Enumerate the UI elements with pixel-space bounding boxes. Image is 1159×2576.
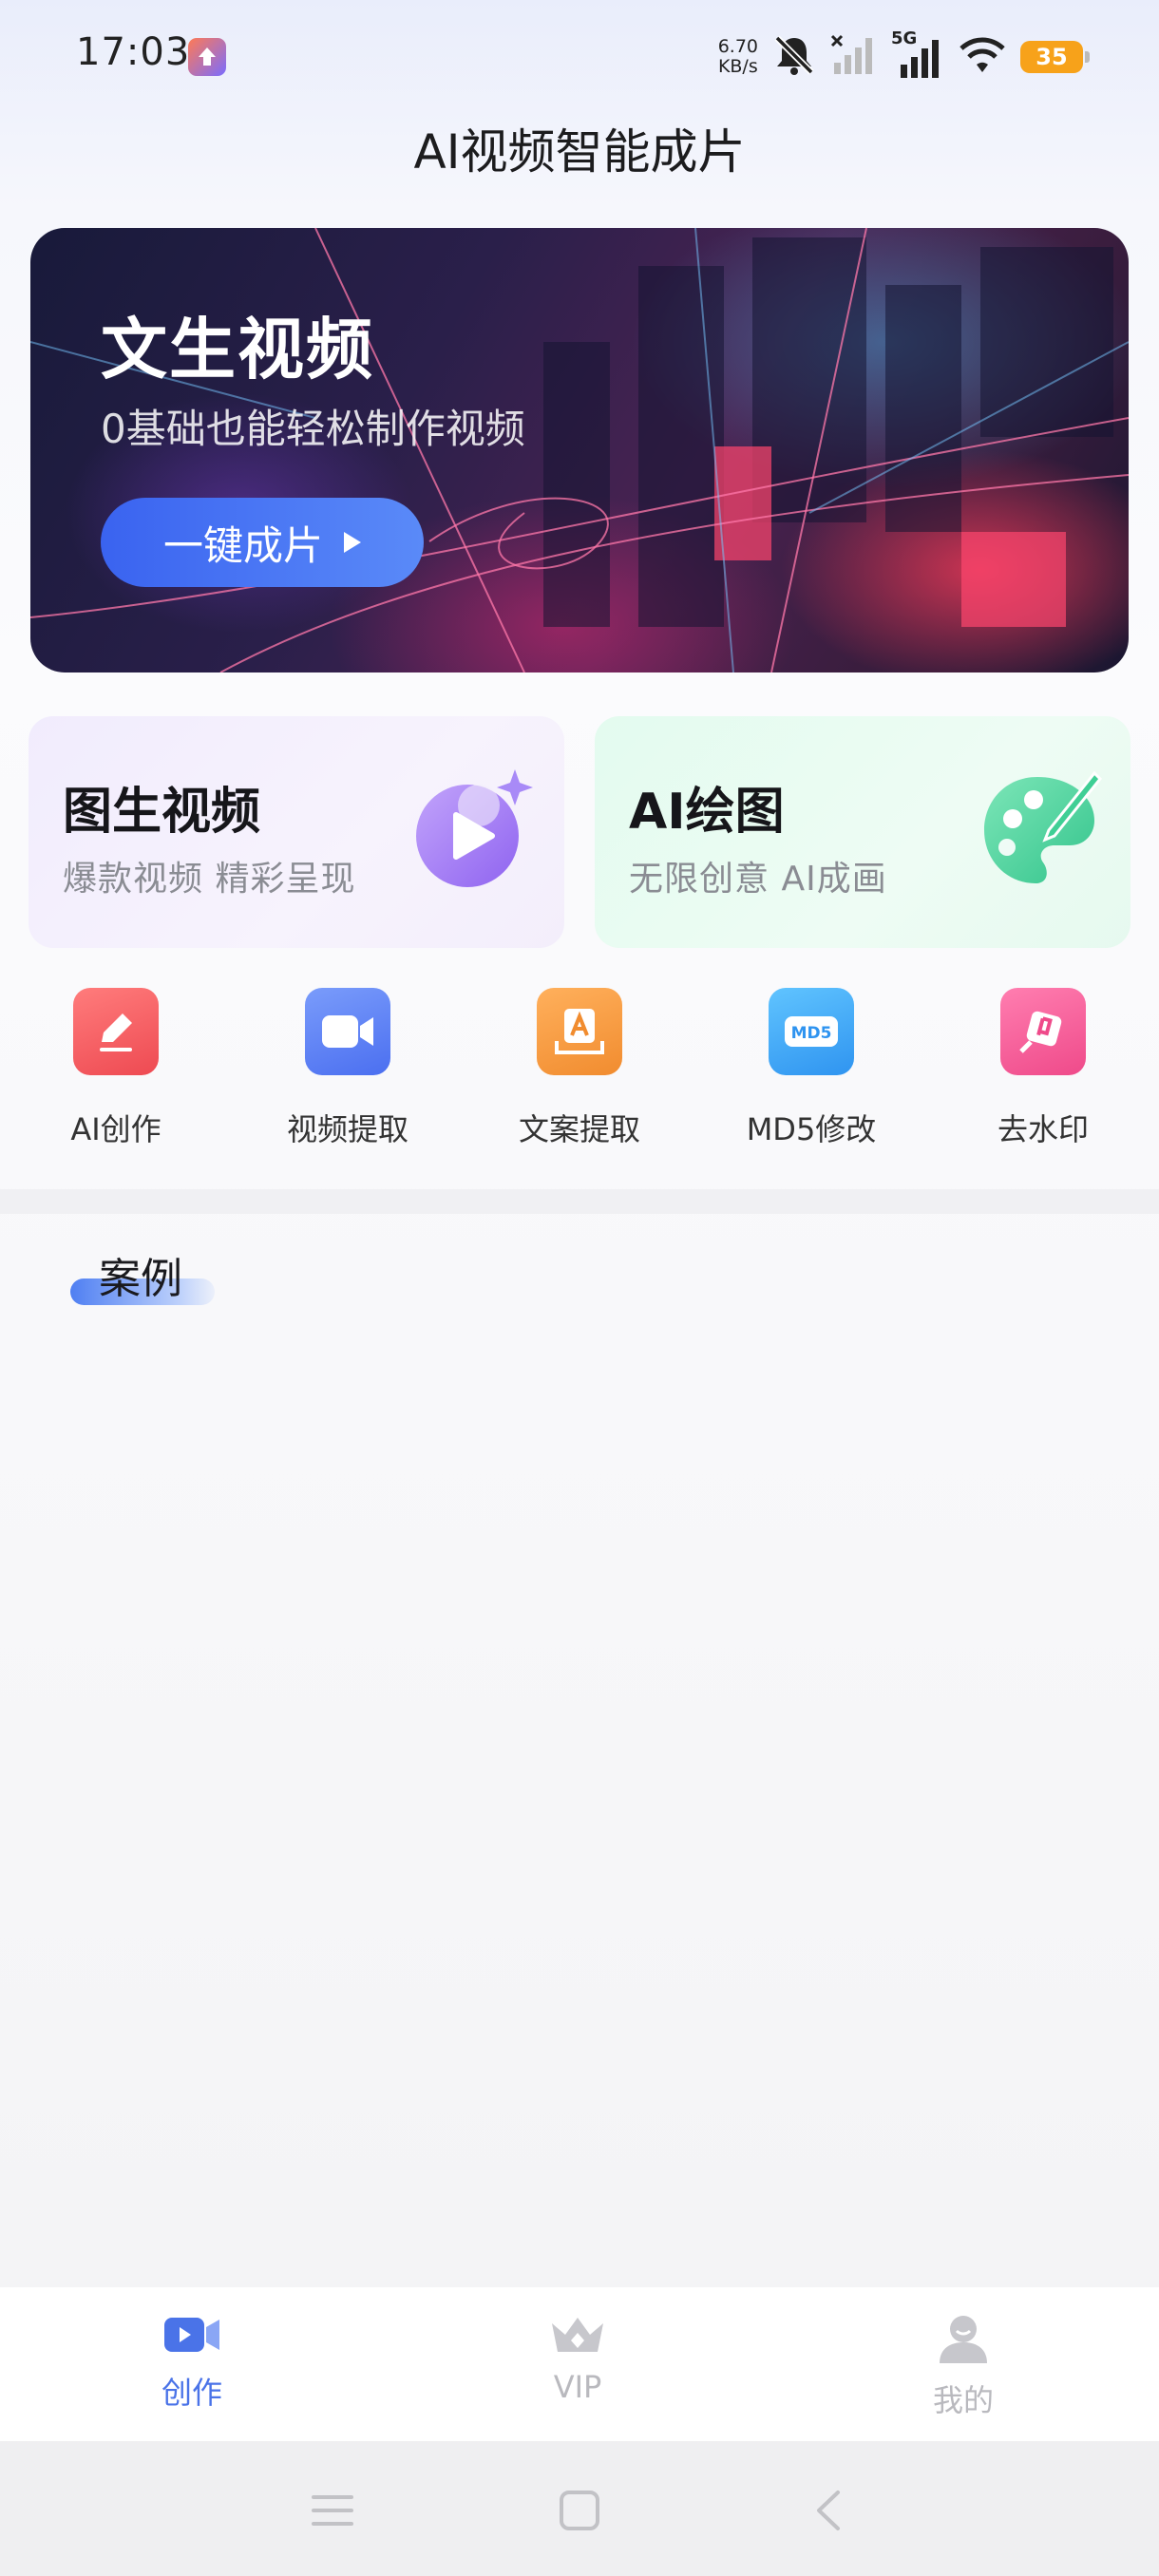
tab-label: VIP: [553, 2369, 602, 2405]
text-extract-icon: [537, 988, 622, 1075]
page-title: AI视频智能成片: [413, 124, 746, 180]
bottom-tab-bar: 创作 VIP 我的: [0, 2287, 1159, 2441]
stamp-icon: [1000, 988, 1086, 1075]
person-icon: [940, 2316, 987, 2363]
section-divider: [0, 1189, 1159, 1214]
card-image-to-video[interactable]: 图生视频 爆款视频 精彩呈现: [28, 716, 564, 948]
card-ai-drawing[interactable]: AI绘图 无限创意 AI成画: [595, 716, 1130, 948]
battery-icon: 35: [1020, 41, 1090, 73]
status-bar: 17:03 6.70 KB/s 5G 35: [0, 0, 1159, 112]
mute-icon: [771, 34, 817, 80]
tool-copy-extract[interactable]: 文案提取: [484, 988, 674, 1149]
tab-create[interactable]: 创作: [97, 2314, 287, 2413]
tool-video-extract[interactable]: 视频提取: [253, 988, 443, 1149]
tool-label: 去水印: [997, 1111, 1089, 1147]
tool-label: 文案提取: [518, 1111, 640, 1147]
section-title: 案例: [99, 1255, 182, 1303]
tab-label: 我的: [932, 2382, 994, 2418]
palette-icon: [984, 770, 1102, 883]
video-camera-icon: [305, 988, 390, 1075]
tool-label: 视频提取: [286, 1111, 408, 1147]
wifi-icon: [958, 34, 1007, 80]
net-speed-unit: KB/s: [717, 56, 758, 77]
play-arrow-icon: [344, 532, 361, 553]
crown-icon: [552, 2318, 603, 2352]
no-signal-icon: [830, 34, 878, 80]
video-camera-icon: [164, 2318, 219, 2352]
tab-vip[interactable]: VIP: [483, 2314, 673, 2405]
battery-level: 35: [1036, 44, 1068, 70]
tab-label: 创作: [161, 2375, 222, 2411]
one-click-create-label: 一键成片: [162, 521, 323, 569]
tool-remove-watermark[interactable]: 去水印: [948, 988, 1138, 1149]
banner-title: 文生视频: [101, 311, 374, 388]
signal-5g-icon: 5G: [891, 28, 944, 80]
section-header: 案例: [70, 1244, 215, 1311]
one-click-create-button[interactable]: 一键成片: [101, 498, 424, 587]
notification-upload-icon: [188, 38, 226, 76]
banner-subtitle: 0基础也能轻松制作视频: [101, 406, 525, 452]
card-subtitle: 无限创意 AI成画: [629, 860, 887, 899]
menu-icon[interactable]: [304, 2487, 361, 2534]
svg-text:MD5: MD5: [791, 1024, 832, 1043]
pen-icon: [73, 988, 159, 1075]
back-icon[interactable]: [800, 2487, 857, 2534]
status-icons: 6.70 KB/s 5G 35: [718, 28, 1090, 85]
net-speed: 6.70 KB/s: [718, 37, 758, 77]
card-title: 图生视频: [63, 784, 261, 841]
banner-text-to-video[interactable]: 文生视频 0基础也能轻松制作视频 一键成片: [30, 228, 1129, 672]
tool-md5-modify[interactable]: MD5 MD5修改: [716, 988, 906, 1149]
net-speed-value: 6.70: [717, 36, 758, 57]
video-play-icon: [416, 769, 533, 887]
tab-mine[interactable]: 我的: [868, 2314, 1058, 2420]
tools-row: AI创作 视频提取 文案提取 MD5 MD5修改 去水印: [0, 988, 1159, 1159]
card-title: AI绘图: [629, 784, 785, 841]
tool-ai-create[interactable]: AI创作: [21, 988, 211, 1149]
home-icon[interactable]: [551, 2487, 608, 2534]
system-nav-bar: [0, 2441, 1159, 2576]
tool-label: AI创作: [70, 1111, 162, 1147]
md5-icon: MD5: [769, 988, 854, 1075]
status-time: 17:03: [76, 30, 191, 74]
card-subtitle: 爆款视频 精彩呈现: [63, 860, 356, 899]
tool-label: MD5修改: [746, 1111, 877, 1147]
